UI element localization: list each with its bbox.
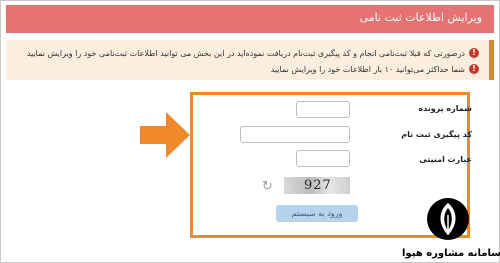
notice-text: درصورتی که قبلا ثبت‌نامی انجام و کد پیگی… <box>26 48 465 58</box>
tracking-code-input[interactable] <box>240 126 350 143</box>
login-button[interactable]: ورود به سیستم <box>276 205 358 222</box>
alert-circle-icon: ! <box>469 64 479 74</box>
refresh-icon[interactable]: ↻ <box>262 179 273 194</box>
security-phrase-input[interactable] <box>296 150 350 167</box>
arrow-right-icon <box>140 112 190 158</box>
notice-text: شما حداکثر می‌توانید ۱۰ بار اطلاعات خود … <box>270 64 465 74</box>
captcha-image: 927 <box>284 177 350 194</box>
tracking-code-label: کد پیگیری ثبت نام <box>401 130 472 139</box>
notice-box: ! درصورتی که قبلا ثبت‌نامی انجام و کد پی… <box>6 40 494 80</box>
alert-circle-icon: ! <box>469 48 479 58</box>
page-title: ویرایش اطلاعات ثبت نامی <box>359 11 482 24</box>
notice-item: ! درصورتی که قبلا ثبت‌نامی انجام و کد پی… <box>27 46 479 60</box>
security-phrase-label: عبارت امنیتی <box>419 155 472 164</box>
watermark-text: سامانه مشاوره هپوا <box>402 248 500 259</box>
notice-item: ! شما حداکثر می‌توانید ۱۰ بار اطلاعات خو… <box>271 62 479 76</box>
captcha-text: 927 <box>304 178 332 193</box>
file-number-input[interactable] <box>296 101 350 118</box>
file-number-label: شماره پرونده <box>418 104 472 113</box>
page-header: ویرایش اطلاعات ثبت نامی <box>6 5 494 33</box>
